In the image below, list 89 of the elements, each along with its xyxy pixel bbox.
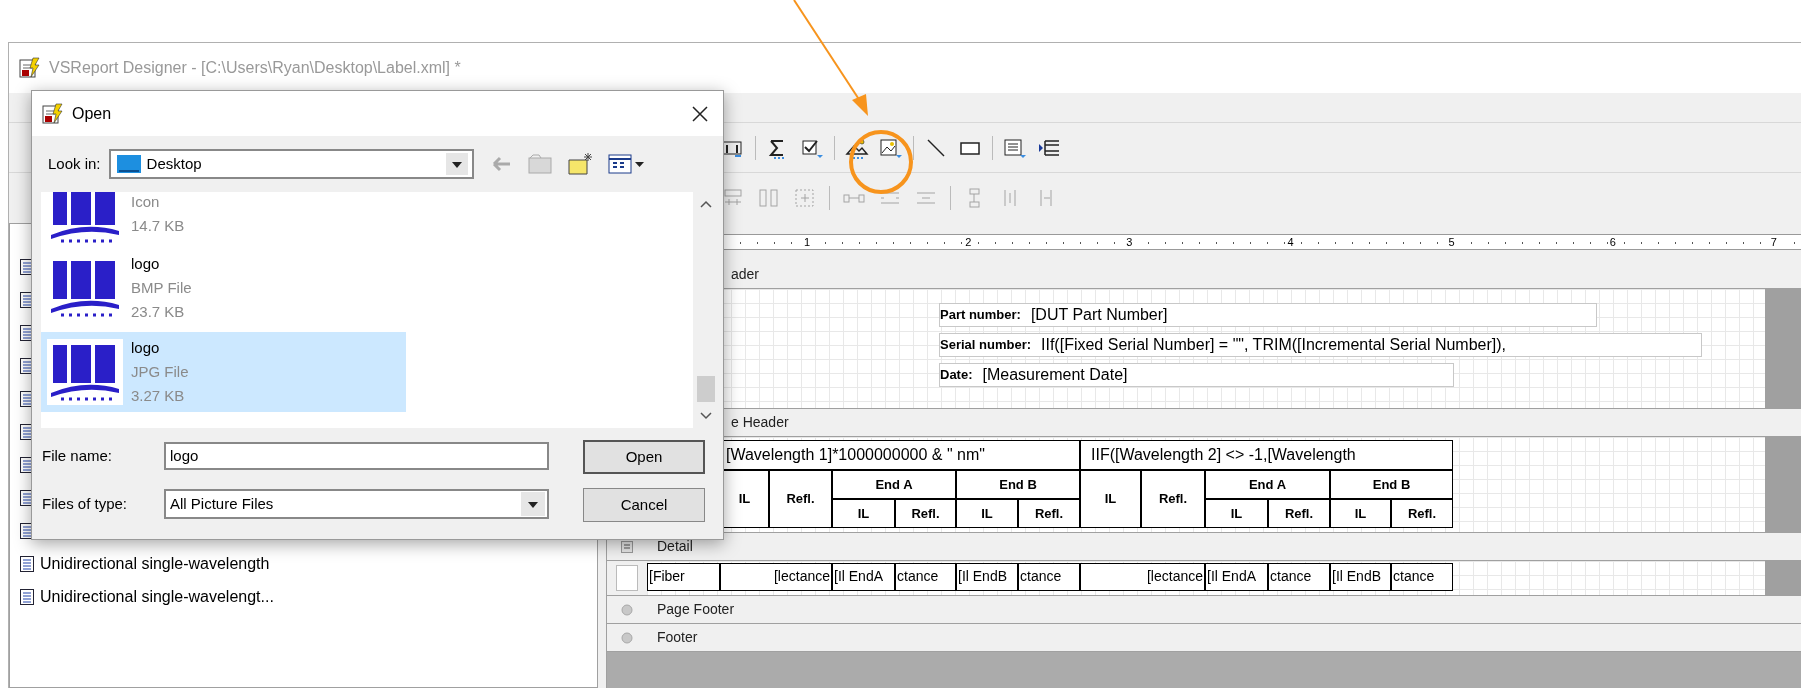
ruler-number: 2 <box>964 236 973 248</box>
file-name: logo <box>131 338 161 358</box>
folder-up-icon[interactable] <box>527 154 552 174</box>
section-dot-icon[interactable] <box>621 631 633 644</box>
table-cell: [Il EndA <box>1205 563 1268 591</box>
window-title: VSReport Designer - [C:\Users\Ryan\Desktop\Label.xml] * <box>49 58 461 78</box>
report-list-item[interactable]: Unidirectional single-wavelengt... <box>40 584 274 609</box>
dialog-title: Open <box>72 103 112 124</box>
file-size: 3.27 KB <box>131 386 186 406</box>
report-icon <box>20 555 34 572</box>
table-cell: ctance <box>1018 563 1080 591</box>
column-header: IL <box>1330 499 1391 528</box>
report-field[interactable]: Date: [Measurement Date] <box>939 363 1454 387</box>
dialog-button[interactable]: Open <box>583 440 705 474</box>
look-in-dropdown[interactable]: Desktop <box>108 149 474 179</box>
table-cell: ctance <box>895 563 956 591</box>
file-size: 23.7 KB <box>131 302 186 322</box>
field-expression: IIf([Fixed Serial Number] = "", TRIM([Incremental Serial Number]), <box>1041 335 1506 355</box>
look-in-label: Look in: <box>48 153 101 174</box>
new-folder-icon[interactable] <box>567 152 594 176</box>
column-header: Refl. <box>1141 470 1205 528</box>
desktop-icon <box>116 155 141 173</box>
row-selector[interactable] <box>616 565 638 591</box>
file-type-label: Files of type: <box>42 493 129 514</box>
file-item[interactable]: logo JPG File 3.27 KB <box>41 332 406 412</box>
ruler-number: 5 <box>1447 236 1456 248</box>
column-header: Refl. <box>895 499 956 528</box>
report-field[interactable]: Part number: [DUT Part Number] <box>939 303 1597 327</box>
section-label: Detail <box>657 537 693 556</box>
collapse-icon[interactable] <box>621 540 633 553</box>
field-label: Serial number: <box>940 336 1032 355</box>
table-cell: [Il EndA <box>832 563 895 591</box>
subreport-icon[interactable] <box>1003 136 1027 159</box>
scroll-up-icon[interactable] <box>700 200 712 208</box>
table-cell: [Il EndB <box>1330 563 1391 591</box>
scroll-thumb[interactable] <box>697 376 715 402</box>
table-cell: IIF([Wavelength 2] <> -1,[Wavelength <box>1080 440 1453 470</box>
column-header: IL <box>1205 499 1268 528</box>
column-header: End B <box>956 470 1080 499</box>
back-arrow-icon[interactable] <box>491 156 512 172</box>
ruler-number: 3 <box>1125 236 1134 248</box>
column-header: Refl. <box>1391 499 1453 528</box>
column-header: End A <box>832 470 956 499</box>
column-header: Refl. <box>1018 499 1080 528</box>
ruler-number: 7 <box>1769 236 1778 248</box>
table-cell: [Il EndB <box>956 563 1018 591</box>
column-header: Refl. <box>769 470 832 528</box>
column-header: Refl. <box>1268 499 1330 528</box>
field-label: Date: <box>940 366 973 385</box>
section-dot-icon[interactable] <box>621 603 633 616</box>
section-label: Page Footer <box>657 600 735 619</box>
file-type: BMP File <box>131 278 192 298</box>
ruler-number: 4 <box>1286 236 1295 248</box>
file-type: JPG File <box>131 362 189 382</box>
report-icon <box>20 588 34 605</box>
file-name-field[interactable]: logo <box>164 442 549 470</box>
column-header: End A <box>1205 470 1330 499</box>
table-cell: [lectance <box>1080 563 1205 591</box>
image-frame-icon[interactable] <box>879 136 903 159</box>
app-icon <box>19 57 41 79</box>
ruler-number: 6 <box>1608 236 1617 248</box>
ruler-number: 1 <box>803 236 812 248</box>
field-expression: [Measurement Date] <box>982 365 1128 385</box>
section-label: ader <box>731 265 760 284</box>
file-size: 14.7 KB <box>131 216 185 236</box>
file-type-dropdown[interactable]: All Picture Files <box>164 489 549 519</box>
report-list-item[interactable]: Unidirectional single-wavelength <box>40 551 270 576</box>
dialog-icon <box>42 102 64 125</box>
column-header: End B <box>1330 470 1453 499</box>
section-label: e Header <box>731 413 789 432</box>
close-icon[interactable] <box>691 104 709 123</box>
section-label: Footer <box>657 628 698 647</box>
file-name-label: File name: <box>42 445 114 466</box>
field-label: Part number: <box>940 306 1021 325</box>
column-header: IL <box>1080 470 1141 528</box>
report-field[interactable]: Serial number: IIf([Fixed Serial Number] = "", TRIM([Incremental Serial Number]), <box>939 333 1702 357</box>
column-header: IL <box>832 499 895 528</box>
scroll-down-icon[interactable] <box>700 412 712 420</box>
highlight-circle <box>848 129 914 195</box>
table-cell: ctance <box>1391 563 1453 591</box>
table-cell: ctance <box>1268 563 1330 591</box>
file-type: Icon <box>131 192 161 212</box>
dialog-button[interactable]: Cancel <box>583 488 705 522</box>
table-cell: [lectance <box>720 563 832 591</box>
view-menu-icon[interactable] <box>607 153 646 175</box>
table-cell: [Fiber <box>647 563 720 591</box>
file-name: logo <box>131 254 161 274</box>
field-expression: [DUT Part Number] <box>1030 305 1168 325</box>
column-header: IL <box>956 499 1018 528</box>
